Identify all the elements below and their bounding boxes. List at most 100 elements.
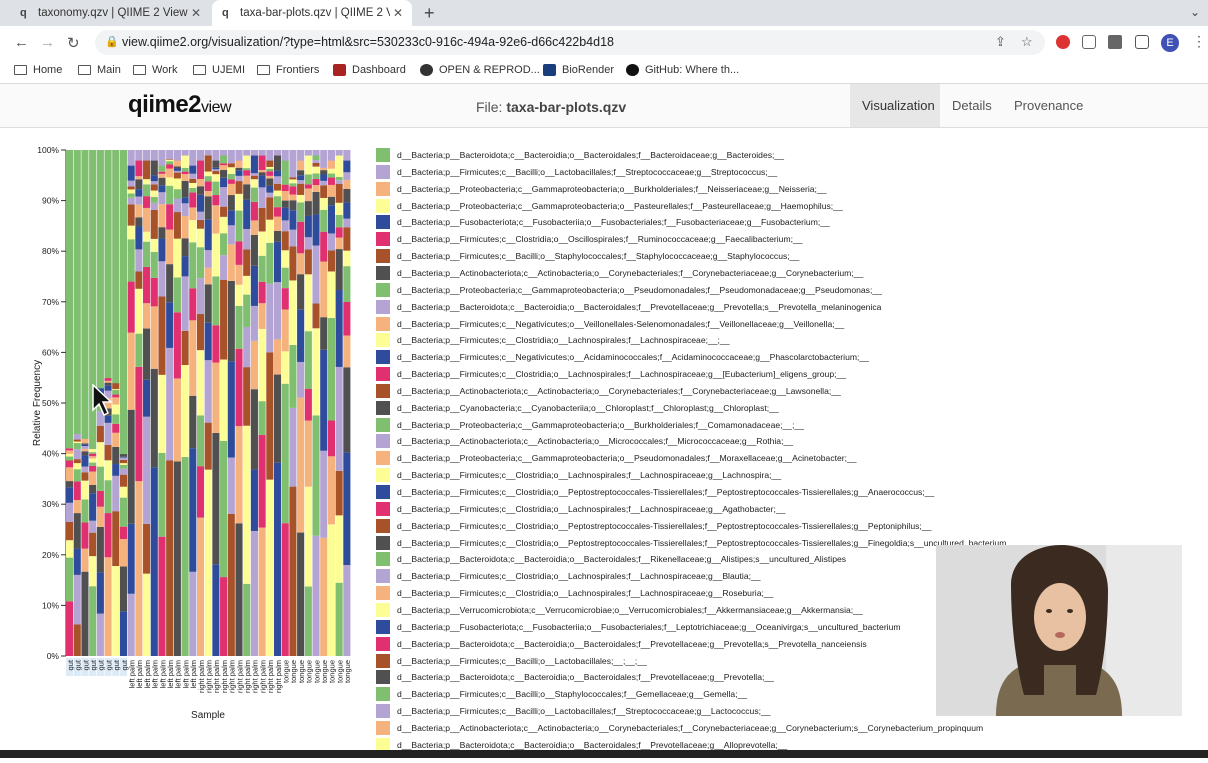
legend-swatch[interactable] — [376, 417, 390, 432]
legend-swatch[interactable] — [376, 148, 390, 162]
legend-swatch[interactable] — [376, 232, 390, 247]
legend-item[interactable]: d__Bacteria;p__Firmicutes;c__Negativicut… — [376, 316, 1016, 332]
legend-swatch[interactable] — [376, 350, 390, 365]
legend-swatch[interactable] — [376, 518, 390, 533]
legend-swatch[interactable] — [376, 501, 390, 516]
tab-visualization[interactable]: Visualization — [850, 84, 940, 127]
legend-item[interactable]: d__Bacteria;p__Actinobacteriota;c__Actin… — [376, 720, 1016, 736]
legend-item[interactable]: d__Bacteria;p__Actinobacteriota;c__Actin… — [376, 433, 1016, 449]
legend-item[interactable]: d__Bacteria;p__Firmicutes;c__Clostridia;… — [376, 467, 1016, 483]
legend-item[interactable]: d__Bacteria;p__Firmicutes;c__Negativicut… — [376, 349, 1016, 365]
reload-icon[interactable]: ↻ — [67, 34, 80, 52]
puzzle-icon[interactable] — [1108, 35, 1122, 49]
legend-swatch[interactable] — [376, 670, 390, 685]
legend-item[interactable]: d__Bacteria;p__Bacteroidota;c__Bacteroid… — [376, 669, 1016, 685]
star-icon[interactable]: ☆ — [1021, 34, 1033, 50]
legend-item[interactable]: d__Bacteria;p__Bacteroidota;c__Bacteroid… — [376, 299, 1016, 315]
legend-item[interactable]: d__Bacteria;p__Proteobacteria;c__Gammapr… — [376, 450, 1016, 466]
legend-swatch[interactable] — [376, 282, 390, 297]
legend-item[interactable]: d__Bacteria;p__Proteobacteria;c__Gammapr… — [376, 181, 1016, 197]
legend-swatch[interactable] — [376, 535, 390, 550]
menu-icon[interactable]: ⋮ — [1192, 33, 1206, 50]
bookmark-ujemi[interactable]: UJEMI — [193, 64, 245, 76]
side-panel-icon[interactable] — [1135, 35, 1149, 49]
back-icon[interactable]: ← — [14, 34, 29, 51]
legend-item[interactable]: d__Bacteria;p__Proteobacteria;c__Gammapr… — [376, 282, 1016, 298]
legend-item[interactable]: d__Bacteria;p__Verrucomicrobiota;c__Verr… — [376, 602, 1016, 618]
legend-item[interactable]: d__Bacteria;p__Firmicutes;c__Clostridia;… — [376, 231, 1016, 247]
legend-swatch[interactable] — [376, 316, 390, 331]
url-text[interactable]: view.qiime2.org/visualization/?type=html… — [122, 35, 614, 49]
qiime2view-logo[interactable]: qiime2view — [128, 91, 232, 119]
bookmark-home[interactable]: Home — [14, 64, 62, 76]
legend-item[interactable]: d__Bacteria;p__Firmicutes;c__Bacilli;o__… — [376, 703, 1016, 719]
legend-swatch[interactable] — [376, 586, 390, 601]
legend-swatch[interactable] — [376, 569, 390, 584]
new-tab-icon[interactable]: + — [424, 3, 435, 24]
legend-item[interactable]: d__Bacteria;p__Bacteroidota;c__Bacteroid… — [376, 551, 1016, 567]
legend-swatch[interactable] — [376, 468, 390, 483]
legend-swatch[interactable] — [376, 636, 390, 651]
legend-item[interactable]: d__Bacteria;p__Firmicutes;c__Clostridia;… — [376, 484, 1016, 500]
chevron-down-icon[interactable]: ⌄ — [1190, 5, 1200, 19]
legend-item[interactable]: d__Bacteria;p__Bacteroidota;c__Bacteroid… — [376, 147, 1016, 163]
legend-swatch[interactable] — [376, 400, 390, 415]
close-icon[interactable]: ✕ — [188, 6, 204, 20]
legend-item[interactable]: d__Bacteria;p__Fusobacteriota;c__Fusobac… — [376, 214, 1016, 230]
legend-swatch[interactable] — [376, 164, 390, 179]
legend-item[interactable]: d__Bacteria;p__Firmicutes;c__Bacilli;o__… — [376, 686, 1016, 702]
tab-provenance[interactable]: Provenance — [1002, 84, 1095, 127]
forward-icon[interactable]: → — [40, 34, 55, 51]
legend-item[interactable]: d__Bacteria;p__Proteobacteria;c__Gammapr… — [376, 198, 1016, 214]
legend-swatch[interactable] — [376, 704, 390, 719]
tab-taxonomy[interactable]: q taxonomy.qzv | QIIME 2 View ✕ — [10, 0, 210, 26]
legend-item[interactable]: d__Bacteria;p__Firmicutes;c__Bacilli;o__… — [376, 248, 1016, 264]
legend-swatch[interactable] — [376, 720, 390, 735]
extension-reader-icon[interactable] — [1082, 35, 1096, 49]
bookmark-work[interactable]: Work — [133, 64, 177, 76]
legend-swatch[interactable] — [376, 198, 390, 213]
extension-adblock-icon[interactable] — [1056, 35, 1070, 49]
legend-item[interactable]: d__Bacteria;p__Actinobacteriota;c__Actin… — [376, 265, 1016, 281]
legend-swatch[interactable] — [376, 552, 390, 567]
bookmark-open-reprod[interactable]: OPEN & REPROD... — [420, 64, 540, 76]
legend-swatch[interactable] — [376, 249, 390, 264]
legend-swatch[interactable] — [376, 485, 390, 499]
legend-swatch[interactable] — [376, 383, 390, 398]
bookmark-biorender[interactable]: BioRender — [543, 64, 614, 76]
share-icon[interactable]: ⇪ — [995, 34, 1006, 50]
legend-item[interactable]: d__Bacteria;p__Firmicutes;c__Bacilli;o__… — [376, 653, 1016, 669]
legend-swatch[interactable] — [376, 451, 390, 466]
stacked-bar-chart-svg[interactable]: 0%10%20%30%40%50%60%70%80%90%100%gutgutg… — [0, 128, 370, 758]
legend-swatch[interactable] — [376, 333, 390, 348]
legend-swatch[interactable] — [376, 619, 390, 634]
legend-item[interactable]: d__Bacteria;p__Firmicutes;c__Clostridia;… — [376, 535, 1016, 551]
legend-item[interactable]: d__Bacteria;p__Bacteroidota;c__Bacteroid… — [376, 636, 1016, 652]
legend-item[interactable]: d__Bacteria;p__Firmicutes;c__Clostridia;… — [376, 501, 1016, 517]
legend-swatch[interactable] — [376, 299, 390, 314]
bookmark-frontiers[interactable]: Frontiers — [257, 64, 319, 76]
legend-item[interactable]: d__Bacteria;p__Actinobacteriota;c__Actin… — [376, 383, 1016, 399]
legend-swatch[interactable] — [376, 434, 390, 449]
legend-item[interactable]: d__Bacteria;p__Firmicutes;c__Clostridia;… — [376, 568, 1016, 584]
legend-swatch[interactable] — [376, 265, 390, 280]
legend-item[interactable]: d__Bacteria;p__Fusobacteriota;c__Fusobac… — [376, 619, 1016, 635]
legend-swatch[interactable] — [376, 367, 390, 382]
legend-item[interactable]: d__Bacteria;p__Firmicutes;c__Clostridia;… — [376, 366, 1016, 382]
legend-swatch[interactable] — [376, 602, 390, 617]
legend-item[interactable]: d__Bacteria;p__Firmicutes;c__Clostridia;… — [376, 518, 1016, 534]
profile-avatar[interactable]: E — [1161, 34, 1179, 52]
legend-item[interactable]: d__Bacteria;p__Proteobacteria;c__Gammapr… — [376, 417, 1016, 433]
legend-swatch[interactable] — [376, 687, 390, 702]
taxa-bar-chart[interactable]: 0% 10% 20% 30% 40% 50% 60% 70% 80% 90% 100% gut gut g… — [0, 128, 370, 758]
legend-item[interactable]: d__Bacteria;p__Firmicutes;c__Clostridia;… — [376, 585, 1016, 601]
legend-swatch[interactable] — [376, 181, 390, 196]
legend-item[interactable]: d__Bacteria;p__Firmicutes;c__Bacilli;o__… — [376, 164, 1016, 180]
legend-swatch[interactable] — [376, 653, 390, 668]
tab-taxa-bar-plots[interactable]: q taxa-bar-plots.qzv | QIIME 2 Vi ✕ — [212, 0, 412, 26]
legend-swatch[interactable] — [376, 215, 390, 230]
bookmark-dashboard[interactable]: Dashboard — [333, 64, 406, 76]
bookmark-github[interactable]: GitHub: Where th... — [626, 64, 739, 76]
tab-details[interactable]: Details — [940, 84, 1004, 127]
close-icon[interactable]: ✕ — [390, 6, 406, 20]
